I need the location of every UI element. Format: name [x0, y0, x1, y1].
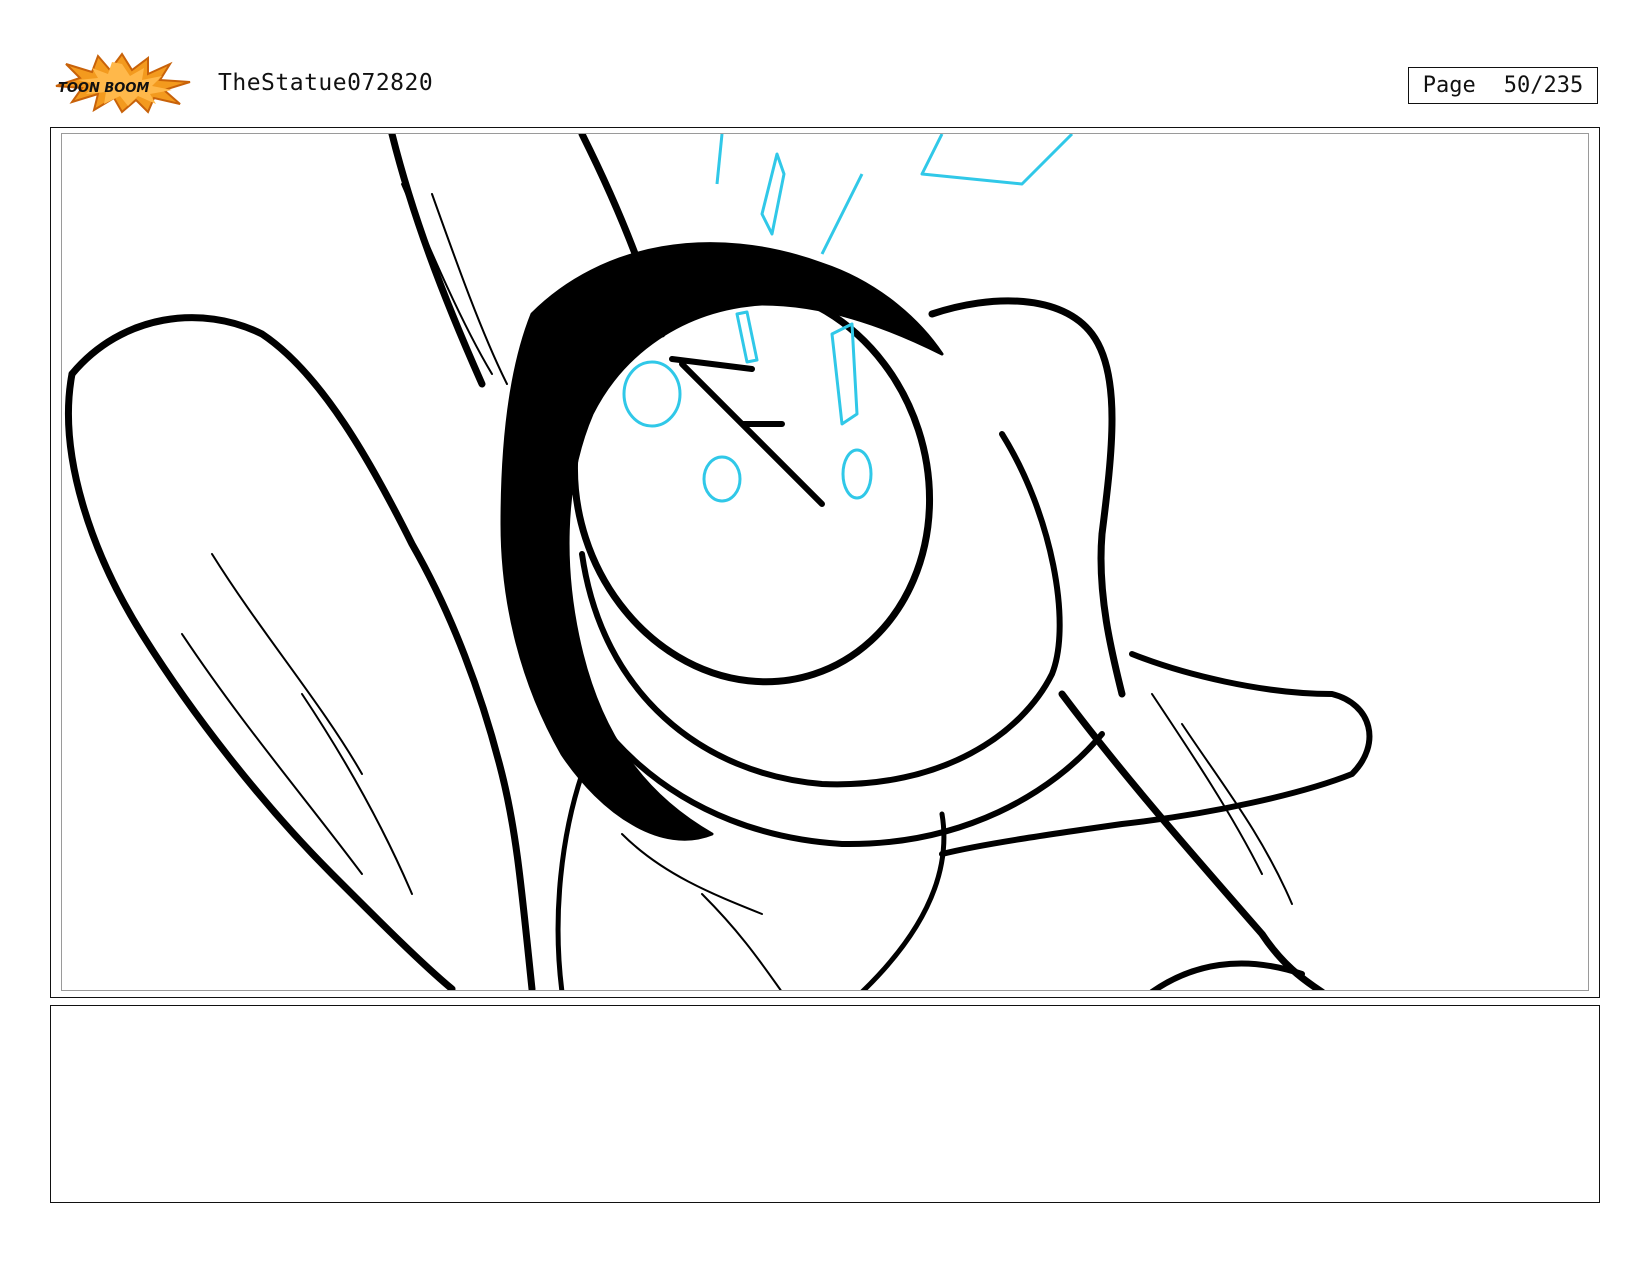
shine-rect-top-right — [920, 134, 1074, 186]
shine-spike-3 — [820, 173, 864, 255]
toonboom-logo: TOON BOOM — [52, 52, 194, 114]
left-arm-inner-sketch — [65, 370, 456, 990]
torso-detail — [621, 833, 782, 990]
shine-spike-2 — [760, 152, 786, 236]
page-label: Page — [1422, 73, 1476, 98]
logo-text: TOON BOOM — [58, 81, 149, 96]
hair-mass — [500, 242, 944, 841]
shine-bar-2 — [830, 322, 859, 426]
toonboom-starburst-icon: TOON BOOM — [55, 52, 191, 114]
shine-circle-3 — [841, 448, 873, 500]
shine-circle-2 — [702, 455, 742, 503]
bottom-arc — [1149, 960, 1305, 990]
shine-bar-1 — [735, 310, 759, 364]
face-slash-mark — [669, 356, 825, 507]
right-arm-sketch — [928, 297, 1126, 698]
right-leg-sketch — [939, 651, 1373, 857]
shine-circle-1 — [622, 360, 682, 428]
left-arm-sketch — [68, 314, 536, 990]
left-arm-hatching — [181, 553, 413, 895]
shine-spike-1 — [715, 134, 724, 185]
hood-ring — [579, 431, 1063, 788]
page-indicator: Page 50/235 — [1408, 67, 1598, 104]
page-number: 50/235 — [1503, 73, 1584, 98]
storyboard-panel-image — [61, 133, 1589, 991]
panel-notes-box — [50, 1005, 1600, 1203]
sketch-drawing — [65, 134, 1373, 990]
project-title: TheStatue072820 — [218, 70, 434, 96]
